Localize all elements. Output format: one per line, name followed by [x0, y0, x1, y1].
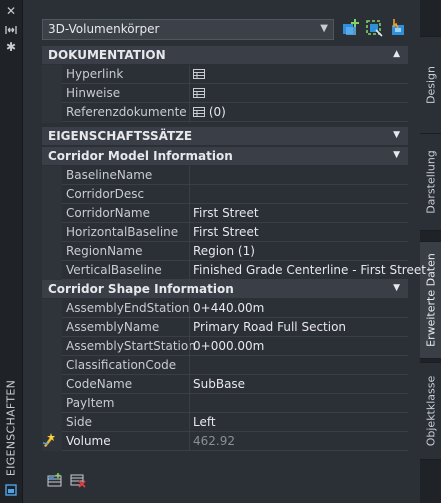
remove-property-set-icon[interactable]: [70, 472, 86, 488]
tab-objektklasse[interactable]: Objektklasse: [420, 362, 441, 460]
collapse-icon: ▼: [393, 283, 400, 293]
toggle-pickadd-icon[interactable]: [388, 18, 408, 38]
tab-erweiterte-daten[interactable]: Erweiterte Daten: [420, 241, 441, 359]
calculated-property-icon: [42, 432, 58, 448]
properties-gear-icon[interactable]: ✱: [4, 40, 18, 54]
property-row-volume[interactable]: Volume 462.92: [62, 432, 408, 451]
auto-hide-icon[interactable]: [4, 23, 18, 37]
add-property-set-icon[interactable]: [47, 472, 63, 488]
property-row-regionname[interactable]: RegionName Region (1): [62, 242, 408, 261]
property-row-baselinename[interactable]: BaselineName: [62, 166, 408, 185]
palette-tab-strip: Design Darstellung Erweiterte Daten Obje…: [420, 0, 441, 503]
table-edit-icon[interactable]: [193, 88, 205, 98]
palette-title: EIGENSCHAFTEN: [4, 379, 18, 477]
palette-menu-icon[interactable]: [4, 484, 18, 498]
category-corridor-model-information[interactable]: Corridor Model Information ▼: [42, 147, 408, 165]
chevron-down-icon: ▼: [320, 23, 328, 34]
property-row-assemblystartstation[interactable]: AssemblyStartStation 0+000.00m: [62, 337, 408, 356]
property-row-side[interactable]: Side Left: [62, 413, 408, 432]
table-edit-icon[interactable]: [193, 107, 205, 117]
collapse-icon: ▲: [393, 49, 400, 59]
table-edit-icon[interactable]: [193, 69, 205, 79]
collapse-icon: ▼: [393, 150, 400, 160]
select-objects-icon[interactable]: [364, 18, 384, 38]
category-dokumentation[interactable]: DOKUMENTATION ▲: [42, 46, 408, 64]
property-row-assemblyendstation[interactable]: AssemblyEndStation 0+440.00m: [62, 299, 408, 318]
tab-darstellung[interactable]: Darstellung: [420, 133, 441, 231]
property-row-assemblyname[interactable]: AssemblyName Primary Road Full Section: [62, 318, 408, 337]
property-row-hinweise[interactable]: Hinweise: [62, 84, 408, 103]
property-row-classificationcode[interactable]: ClassificationCode: [62, 356, 408, 375]
palette-title-bar[interactable]: ✕ ✱ EIGENSCHAFTEN: [0, 0, 23, 503]
object-type-select[interactable]: 3D-Volumenkörper ▼: [42, 19, 334, 40]
property-row-hyperlink[interactable]: Hyperlink: [62, 65, 408, 84]
category-corridor-shape-information[interactable]: Corridor Shape Information ▼: [42, 280, 408, 298]
property-row-corridordesc[interactable]: CorridorDesc: [62, 185, 408, 204]
tab-design[interactable]: Design: [420, 36, 441, 134]
quick-select-add-icon[interactable]: [341, 18, 361, 38]
property-row-horizontalbaseline[interactable]: HorizontalBaseline First Street: [62, 223, 408, 242]
category-eigenschaftssaetze[interactable]: EIGENSCHAFTSSÄTZE ▼: [42, 127, 408, 145]
properties-palette: ✕ ✱ EIGENSCHAFTEN Design Darstellung Erw…: [0, 0, 441, 503]
property-row-referenzdokumente[interactable]: Referenzdokumente (0): [62, 103, 408, 122]
close-icon[interactable]: ✕: [4, 4, 18, 18]
property-row-corridorname[interactable]: CorridorName First Street: [62, 204, 408, 223]
property-row-payitem[interactable]: PayItem: [62, 394, 408, 413]
property-row-verticalbaseline[interactable]: VerticalBaseline Finished Grade Centerlin…: [62, 261, 426, 280]
object-type-value: 3D-Volumenkörper: [48, 22, 160, 36]
collapse-icon: ▼: [393, 130, 400, 140]
property-row-codename[interactable]: CodeName SubBase: [62, 375, 408, 394]
